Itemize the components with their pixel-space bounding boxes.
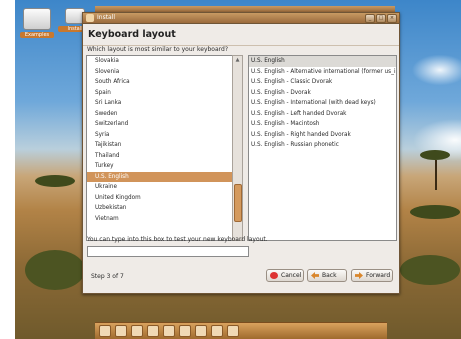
variant-item[interactable]: U.S. English - Right handed Dvorak <box>249 130 396 141</box>
layout-item[interactable]: United Kingdom <box>87 193 232 204</box>
files-icon[interactable] <box>147 325 159 337</box>
layout-item[interactable]: Thailand <box>87 151 232 162</box>
layout-list-scrollbar[interactable]: ▲ <box>232 55 243 241</box>
back-button[interactable]: Back <box>307 269 347 282</box>
layout-item[interactable]: Vietnam <box>87 214 232 225</box>
layout-item[interactable]: Uzbekistan <box>87 203 232 214</box>
layout-item[interactable]: Switzerland <box>87 119 232 130</box>
variant-item[interactable]: U.S. English - International (with dead … <box>249 98 396 109</box>
menu-icon[interactable] <box>99 325 111 337</box>
layout-item[interactable]: South Africa <box>87 77 232 88</box>
terminal-icon[interactable] <box>131 325 143 337</box>
browser-icon[interactable] <box>115 325 127 337</box>
window-title: Install <box>97 14 116 21</box>
installer-window: Install _ □ × Keyboard layout Which layo… <box>82 12 400 294</box>
cancel-button[interactable]: Cancel <box>266 269 304 282</box>
layout-item[interactable]: Spain <box>87 88 232 99</box>
bottom-panel <box>95 322 387 339</box>
layout-item[interactable]: Tajikistan <box>87 140 232 151</box>
variant-item[interactable]: U.S. English - Left handed Dvorak <box>249 109 396 120</box>
variant-list[interactable]: U.S. English U.S. English - Alternative i… <box>248 55 397 241</box>
layout-item[interactable]: Slovakia <box>87 56 232 67</box>
cancel-icon <box>270 272 278 279</box>
variant-item[interactable]: U.S. English - Russian phonetic <box>249 140 396 151</box>
layout-item[interactable]: Turkey <box>87 161 232 172</box>
minimize-button[interactable]: _ <box>365 14 375 23</box>
desktop-icon-examples[interactable]: Examples <box>20 8 54 44</box>
layout-item[interactable]: Syria <box>87 130 232 141</box>
back-arrow-icon <box>311 272 319 279</box>
variant-item[interactable]: U.S. English - Dvorak <box>249 88 396 99</box>
layout-item[interactable]: Sri Lanka <box>87 98 232 109</box>
left-margin <box>0 0 15 339</box>
maximize-button[interactable]: □ <box>376 14 386 23</box>
settings-icon[interactable] <box>211 325 223 337</box>
close-button[interactable]: × <box>387 14 397 23</box>
scrollbar-thumb[interactable] <box>234 184 242 222</box>
forward-arrow-icon <box>355 272 363 279</box>
test-input[interactable] <box>87 246 249 257</box>
media-icon[interactable] <box>195 325 207 337</box>
window-titlebar[interactable]: Install _ □ × <box>83 13 399 24</box>
tray-icon[interactable] <box>227 325 239 337</box>
layout-item[interactable]: Ukraine <box>87 182 232 193</box>
scroll-up-icon[interactable]: ▲ <box>233 56 242 64</box>
variant-item[interactable]: U.S. English - Alternative international… <box>249 67 396 78</box>
layout-item[interactable]: Slovenia <box>87 67 232 78</box>
variant-item[interactable]: U.S. English - Classic Dvorak <box>249 77 396 88</box>
folder-icon <box>23 8 51 30</box>
step-indicator: Step 3 of 7 <box>91 273 124 280</box>
variant-item[interactable]: U.S. English - Macintosh <box>249 119 396 130</box>
test-box-label: You can type into this box to test your … <box>87 236 268 243</box>
mail-icon[interactable] <box>163 325 175 337</box>
layout-item[interactable]: Sweden <box>87 109 232 120</box>
app-icon <box>86 14 94 22</box>
layout-list[interactable]: Slovakia Slovenia South Africa Spain Sri Lan… <box>86 55 233 241</box>
layout-item[interactable]: U.S. English <box>87 171 232 182</box>
variant-item[interactable]: U.S. English <box>249 56 396 67</box>
layout-question: Which layout is most similar to your key… <box>87 46 229 53</box>
office-icon[interactable] <box>179 325 191 337</box>
forward-button[interactable]: Forward <box>351 269 393 282</box>
page-title: Keyboard layout <box>88 29 176 40</box>
